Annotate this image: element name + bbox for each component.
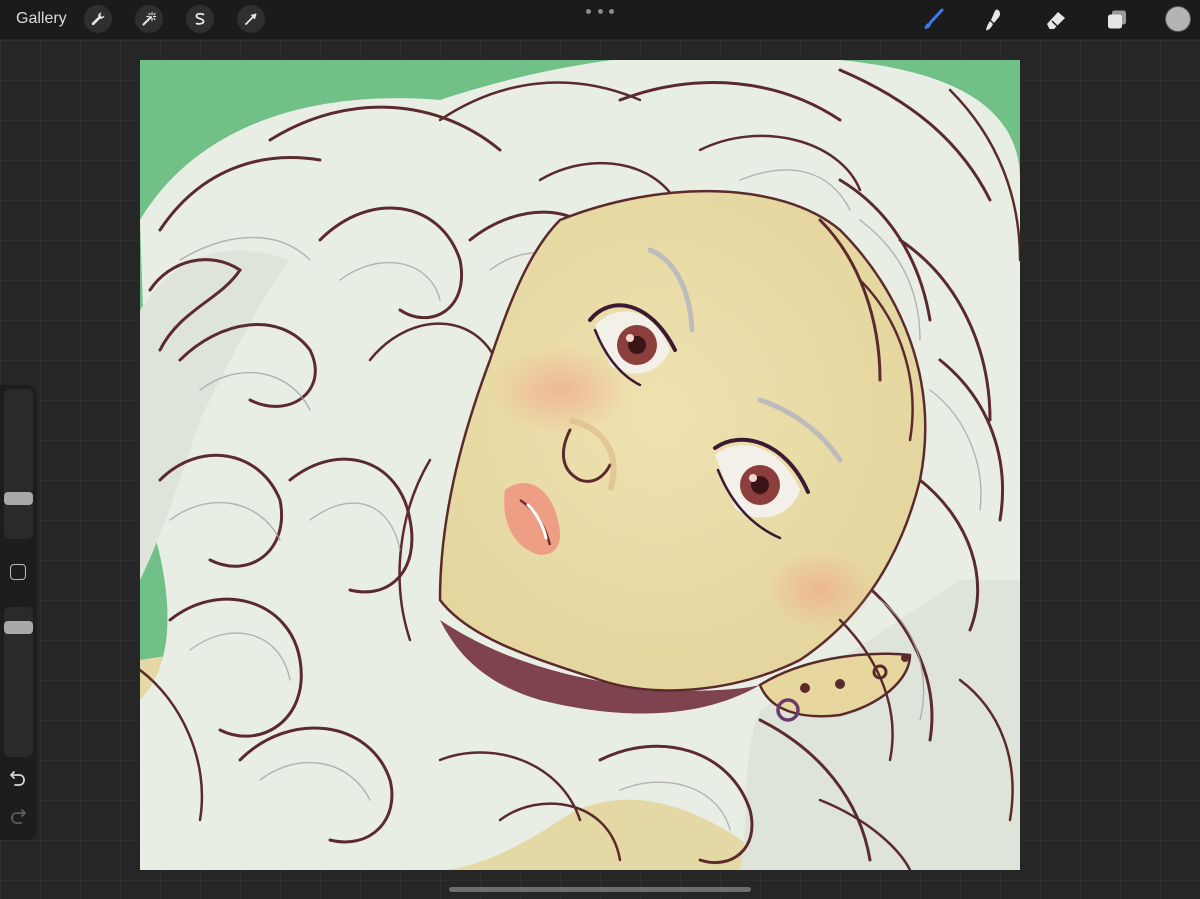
procreate-app: Gallery: [0, 0, 1200, 899]
artwork-illustration: [140, 60, 1020, 870]
transform-arrow-icon: [245, 13, 257, 25]
undo-icon[interactable]: [9, 771, 27, 789]
cheek-blush-right: [765, 550, 875, 630]
eraser-icon: [1047, 12, 1065, 29]
paint-tool-button[interactable]: [918, 5, 948, 35]
smudge-tool-button[interactable]: [979, 5, 1009, 35]
color-picker-button[interactable]: [1166, 7, 1190, 31]
ear-piercing-stud: [901, 654, 909, 662]
more-dot-icon: [586, 8, 591, 14]
wrench-icon: [91, 12, 105, 26]
redo-icon[interactable]: [9, 809, 27, 827]
home-indicator: [449, 887, 751, 892]
brush-size-thumb[interactable]: [4, 492, 33, 505]
brush-opacity-thumb[interactable]: [4, 621, 33, 634]
adjustments-button[interactable]: [135, 5, 163, 33]
top-toolbar: Gallery: [0, 0, 1200, 39]
gallery-button[interactable]: Gallery: [16, 9, 67, 29]
selection-button[interactable]: [186, 5, 214, 33]
eraser-tool-button[interactable]: [1041, 5, 1071, 35]
magic-wand-icon: [142, 11, 157, 26]
smudge-icon: [986, 9, 1001, 31]
brush-size-slider[interactable]: [4, 389, 33, 539]
brush-icon: [924, 8, 944, 29]
selection-icon: [195, 12, 205, 25]
more-dot-icon: [609, 8, 614, 14]
more-dot-icon: [597, 8, 603, 14]
layers-button[interactable]: [1102, 5, 1132, 35]
modify-button[interactable]: [10, 564, 26, 580]
actions-button[interactable]: [84, 5, 112, 33]
layers-icon: [1108, 10, 1126, 29]
transform-button[interactable]: [237, 5, 265, 33]
ear-piercing-stud: [835, 679, 845, 689]
more-options-button[interactable]: [586, 4, 614, 18]
drawing-canvas[interactable]: [140, 60, 1020, 870]
ear-piercing-stud: [800, 683, 810, 693]
left-sidebar: [0, 385, 37, 840]
brush-opacity-slider[interactable]: [4, 607, 33, 757]
